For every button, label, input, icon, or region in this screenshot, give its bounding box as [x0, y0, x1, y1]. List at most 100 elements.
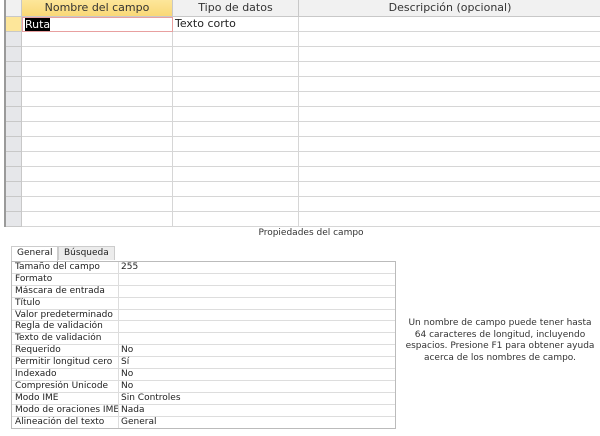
data-type-cell[interactable]	[173, 122, 299, 137]
field-name-cell[interactable]	[22, 167, 173, 182]
data-type-cell[interactable]	[173, 212, 299, 227]
help-text: Un nombre de campo puede tener hasta 64 …	[405, 318, 595, 363]
field-name-cell[interactable]	[22, 77, 173, 92]
data-type-cell[interactable]	[173, 137, 299, 152]
select-all-corner[interactable]	[6, 0, 22, 17]
row-selector[interactable]	[6, 152, 22, 167]
row-selector[interactable]	[6, 47, 22, 62]
row-selector[interactable]	[6, 17, 22, 32]
property-value[interactable]	[119, 274, 395, 285]
property-value[interactable]: No	[119, 381, 395, 392]
property-value[interactable]: Nada	[119, 405, 395, 416]
property-row[interactable]: Máscara de entrada	[12, 285, 395, 298]
field-name-cell[interactable]	[22, 62, 173, 77]
property-row[interactable]: Formato	[12, 273, 395, 286]
header-description[interactable]: Descripción (opcional)	[299, 0, 600, 17]
tab-general[interactable]: General	[11, 246, 59, 262]
property-row[interactable]: Compresión Unicode No	[12, 380, 395, 393]
description-cell[interactable]	[299, 47, 600, 62]
property-value[interactable]: General	[119, 417, 395, 429]
description-cell[interactable]	[299, 182, 600, 197]
data-type-cell[interactable]	[173, 92, 299, 107]
property-value[interactable]: Sin Controles	[119, 393, 395, 404]
data-type-cell[interactable]	[173, 47, 299, 62]
description-cell[interactable]	[299, 77, 600, 92]
description-cell[interactable]	[299, 167, 600, 182]
property-row[interactable]: Permitir longitud cero Sí	[12, 357, 395, 370]
property-row[interactable]: Texto de validación	[12, 333, 395, 346]
row-selector[interactable]	[6, 107, 22, 122]
property-row[interactable]: Modo IME Sin Controles	[12, 392, 395, 405]
row-selector[interactable]	[6, 62, 22, 77]
property-row[interactable]: Tamaño del campo 255	[12, 262, 395, 274]
row-selector[interactable]	[6, 32, 22, 47]
property-row[interactable]: Valor predeterminado	[12, 309, 395, 322]
field-name-cell[interactable]	[22, 32, 173, 47]
data-type-cell[interactable]	[173, 107, 299, 122]
property-label: Modo de oraciones IME	[12, 404, 119, 416]
property-label: Permitir longitud cero	[12, 357, 119, 369]
row-selector[interactable]	[6, 77, 22, 92]
header-field-name[interactable]: Nombre del campo	[22, 0, 173, 17]
property-row[interactable]: Indexado No	[12, 369, 395, 381]
data-type-cell[interactable]	[173, 197, 299, 212]
property-label: Modo IME	[12, 392, 119, 404]
property-row[interactable]: Modo de oraciones IME Nada	[12, 404, 395, 417]
data-type-cell[interactable]	[173, 77, 299, 92]
description-cell[interactable]	[299, 62, 600, 77]
description-cell[interactable]	[299, 92, 600, 107]
data-type-cell[interactable]: Texto corto	[173, 17, 299, 32]
row-selector[interactable]	[6, 197, 22, 212]
property-value[interactable]: Sí	[119, 357, 395, 368]
tab-busqueda[interactable]: Búsqueda	[58, 246, 115, 260]
row-selector[interactable]	[6, 212, 22, 227]
description-cell[interactable]	[299, 107, 600, 122]
property-value[interactable]: No	[119, 345, 395, 356]
property-value[interactable]: 255	[119, 262, 395, 273]
property-value[interactable]	[119, 310, 395, 321]
row-selector[interactable]	[6, 122, 22, 137]
field-name-cell[interactable]: Ruta	[22, 17, 173, 32]
data-type-cell[interactable]	[173, 62, 299, 77]
data-type-cell[interactable]	[173, 182, 299, 197]
description-cell[interactable]	[299, 137, 600, 152]
property-label: Formato	[12, 273, 119, 285]
property-value[interactable]	[119, 321, 395, 332]
description-cell[interactable]	[299, 197, 600, 212]
description-cell[interactable]	[299, 152, 600, 167]
field-name-cell[interactable]	[22, 137, 173, 152]
property-row[interactable]: Regla de validación	[12, 321, 395, 334]
data-type-cell[interactable]	[173, 167, 299, 182]
field-name-cell[interactable]	[22, 152, 173, 167]
data-type-cell[interactable]	[173, 152, 299, 167]
description-cell[interactable]	[299, 212, 600, 227]
data-type-cell[interactable]	[173, 32, 299, 47]
field-name-cell[interactable]	[22, 212, 173, 227]
property-value[interactable]: No	[119, 369, 395, 380]
property-row[interactable]: Requerido No	[12, 345, 395, 358]
property-label: Indexado	[12, 369, 119, 380]
row-selector[interactable]	[6, 167, 22, 182]
field-name-cell[interactable]	[22, 92, 173, 107]
property-value[interactable]	[119, 298, 395, 309]
field-name-cell[interactable]	[22, 122, 173, 137]
description-cell[interactable]	[299, 32, 600, 47]
row-selector[interactable]	[6, 92, 22, 107]
cell-text: Texto corto	[175, 17, 236, 30]
row-selector[interactable]	[6, 137, 22, 152]
selected-text: Ruta	[25, 18, 51, 31]
description-cell[interactable]	[299, 122, 600, 137]
property-value[interactable]	[119, 286, 395, 297]
header-data-type[interactable]: Tipo de datos	[173, 0, 299, 17]
property-row[interactable]: Alineación del texto General	[12, 416, 395, 429]
field-name-cell[interactable]	[22, 197, 173, 212]
field-name-cell[interactable]	[22, 182, 173, 197]
property-value[interactable]	[119, 333, 395, 344]
field-name-cell[interactable]	[22, 107, 173, 122]
row-selector[interactable]	[6, 182, 22, 197]
property-row[interactable]: Título	[12, 297, 395, 310]
field-name-cell[interactable]	[22, 47, 173, 62]
property-label: Requerido	[12, 345, 119, 357]
description-cell[interactable]	[299, 17, 600, 32]
field-grid: Nombre del campo Tipo de datos Descripci…	[4, 0, 600, 227]
